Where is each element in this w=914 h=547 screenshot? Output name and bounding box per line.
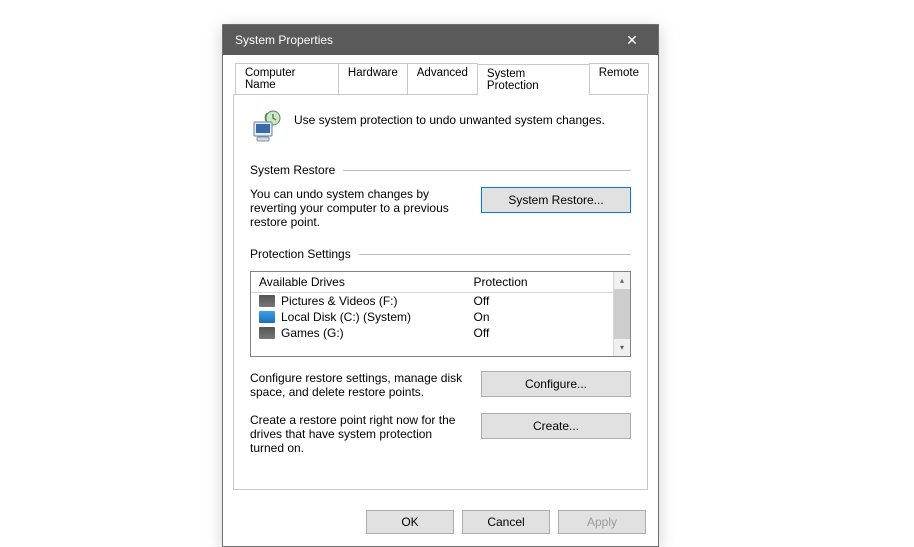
drives-content: Available Drives Protection Pictures & V… — [251, 272, 613, 356]
cancel-button[interactable]: Cancel — [462, 510, 550, 534]
drive-protection: On — [474, 310, 605, 324]
titlebar[interactable]: System Properties ✕ — [223, 25, 658, 55]
configure-desc: Configure restore settings, manage disk … — [250, 371, 463, 399]
intro-row: Use system protection to undo unwanted s… — [250, 107, 631, 143]
drives-header[interactable]: Available Drives Protection — [251, 272, 613, 293]
scroll-up-icon[interactable]: ▴ — [614, 272, 630, 289]
tab-system-protection[interactable]: System Protection — [477, 64, 590, 96]
group-legend-protection: Protection Settings — [250, 247, 351, 261]
column-header-drives[interactable]: Available Drives — [259, 275, 474, 289]
scrollbar[interactable]: ▴ ▾ — [613, 272, 630, 356]
system-restore-button[interactable]: System Restore... — [481, 187, 631, 213]
system-properties-dialog: System Properties ✕ Computer Name Hardwa… — [222, 24, 659, 547]
divider — [359, 254, 631, 255]
drive-row[interactable]: Local Disk (C:) (System) On — [251, 309, 613, 325]
system-restore-desc: You can undo system changes by reverting… — [250, 187, 463, 229]
window-title: System Properties — [235, 33, 612, 47]
column-header-protection[interactable]: Protection — [474, 275, 605, 289]
ok-button[interactable]: OK — [366, 510, 454, 534]
drive-protection: Off — [474, 326, 605, 340]
scroll-down-icon[interactable]: ▾ — [614, 339, 630, 356]
drive-label: Games (G:) — [281, 326, 474, 340]
dialog-footer: OK Cancel Apply — [223, 500, 658, 546]
create-desc: Create a restore point right now for the… — [250, 413, 463, 455]
tab-panel-system-protection: Use system protection to undo unwanted s… — [233, 94, 648, 490]
dialog-body: Computer Name Hardware Advanced System P… — [223, 55, 658, 500]
drive-icon — [259, 327, 275, 339]
configure-button[interactable]: Configure... — [481, 371, 631, 397]
drive-icon — [259, 311, 275, 323]
drive-protection: Off — [474, 294, 605, 308]
close-icon[interactable]: ✕ — [612, 25, 652, 55]
tab-hardware[interactable]: Hardware — [338, 63, 408, 94]
group-legend-restore: System Restore — [250, 163, 335, 177]
system-protection-icon — [250, 109, 284, 143]
drive-label: Pictures & Videos (F:) — [281, 294, 474, 308]
group-system-restore: System Restore You can undo system chang… — [250, 163, 631, 229]
tab-computer-name[interactable]: Computer Name — [235, 63, 339, 94]
intro-text: Use system protection to undo unwanted s… — [294, 107, 605, 127]
tab-remote[interactable]: Remote — [589, 63, 649, 94]
drive-icon — [259, 295, 275, 307]
drive-label: Local Disk (C:) (System) — [281, 310, 474, 324]
apply-button[interactable]: Apply — [558, 510, 646, 534]
tab-advanced[interactable]: Advanced — [407, 63, 478, 94]
drive-row[interactable]: Pictures & Videos (F:) Off — [251, 293, 613, 309]
create-button[interactable]: Create... — [481, 413, 631, 439]
tab-strip: Computer Name Hardware Advanced System P… — [233, 63, 648, 94]
group-protection-settings: Protection Settings Available Drives Pro… — [250, 247, 631, 455]
drive-row[interactable]: Games (G:) Off — [251, 325, 613, 341]
drives-listbox[interactable]: Available Drives Protection Pictures & V… — [250, 271, 631, 357]
divider — [343, 170, 631, 171]
scroll-thumb[interactable] — [614, 289, 630, 339]
